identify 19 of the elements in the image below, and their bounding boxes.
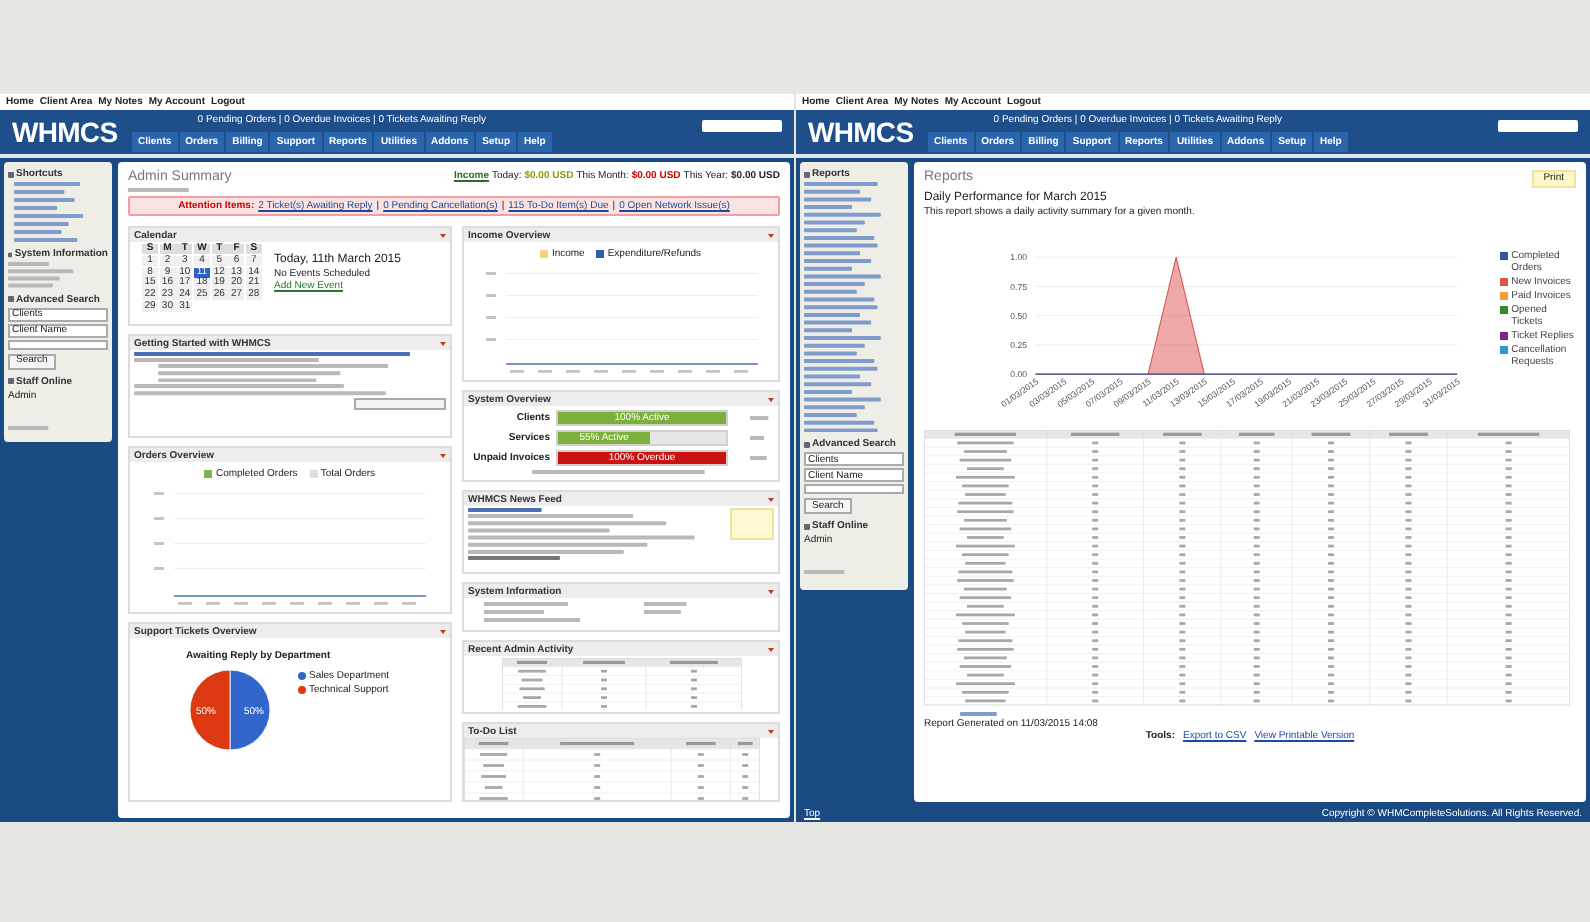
logo: WHMCS <box>808 118 916 146</box>
text-lines-drawing <box>8 262 76 288</box>
pie-slice <box>189 669 231 751</box>
follow-box <box>730 508 774 540</box>
legend-swatch <box>298 672 306 680</box>
input-field[interactable] <box>8 339 108 350</box>
text-lines-drawing <box>484 602 584 622</box>
legend-swatch <box>204 470 213 478</box>
logo: WHMCS <box>12 118 120 146</box>
pie-slice <box>229 669 271 751</box>
legend-swatch <box>298 686 306 694</box>
legend-swatch <box>596 250 605 258</box>
text-lines-drawing <box>960 711 1000 716</box>
input-field[interactable] <box>804 484 904 495</box>
legend-swatch <box>309 470 318 478</box>
legend-swatch <box>540 250 549 258</box>
search-field[interactable] <box>702 120 782 132</box>
text-lines-drawing <box>14 182 86 242</box>
search-field[interactable] <box>1498 120 1578 132</box>
